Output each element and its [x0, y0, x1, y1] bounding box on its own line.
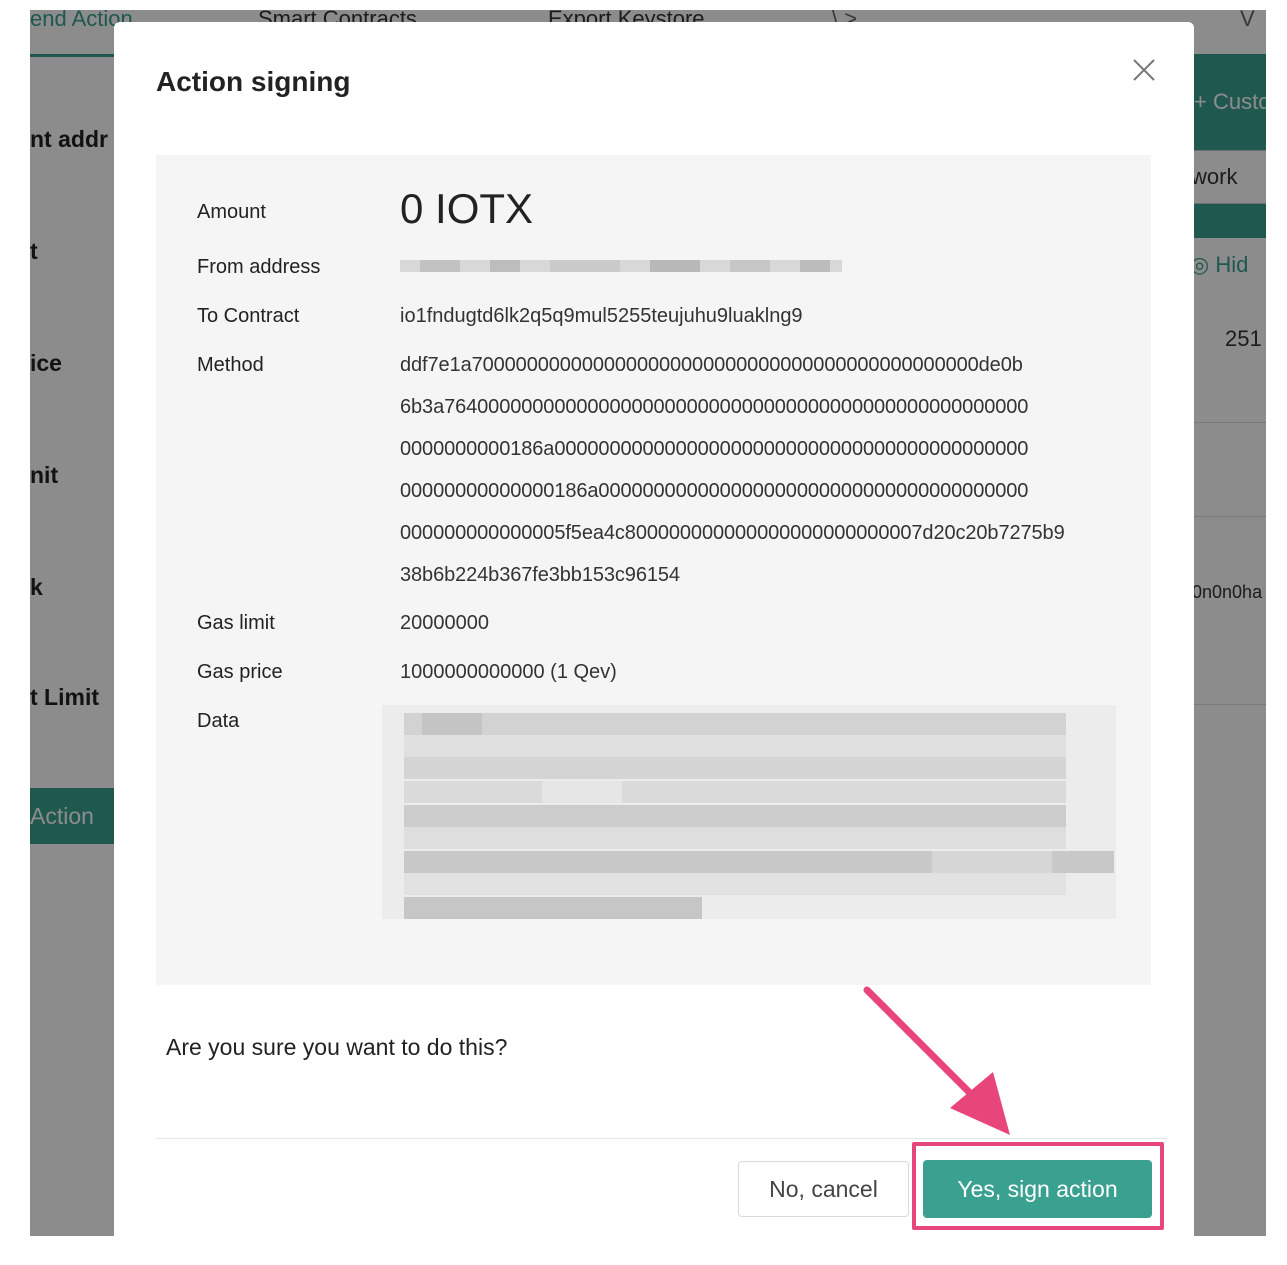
- method-line: 00000000000000186a0000000000000000000000…: [400, 480, 1029, 502]
- confirmation-question: Are you sure you want to do this?: [166, 1034, 508, 1060]
- gas-limit-label: Gas limit: [197, 612, 275, 634]
- method-line: 000000000000005f5ea4c8000000000000000000…: [400, 522, 1065, 544]
- gas-price-value: 1000000000000 (1 Qev): [400, 661, 617, 683]
- action-details-panel: Amount 0 IOTX From address To Contract i…: [156, 155, 1151, 985]
- data-redacted: [382, 705, 1116, 937]
- from-address-label: From address: [197, 256, 321, 278]
- gas-limit-value: 20000000: [400, 612, 489, 634]
- amount-label: Amount: [197, 201, 266, 223]
- modal-title: Action signing: [156, 66, 351, 97]
- data-label: Data: [197, 710, 240, 732]
- method-line: 38b6b224b367fe3bb153c96154: [400, 564, 680, 586]
- screen: end Action Smart Contracts Export Keysto…: [0, 0, 1287, 1265]
- method-line: 0000000000186a00000000000000000000000000…: [400, 438, 1029, 460]
- method-line: 6b3a764000000000000000000000000000000000…: [400, 396, 1029, 418]
- to-contract-value: io1fndugtd6lk2q5q9mul5255teujuhu9luaklng…: [400, 305, 803, 327]
- from-address-redacted: [400, 260, 842, 272]
- close-button[interactable]: [1126, 52, 1162, 88]
- highlight-box: [912, 1142, 1164, 1230]
- to-contract-label: To Contract: [197, 305, 300, 327]
- close-icon: [1133, 59, 1155, 81]
- gas-price-label: Gas price: [197, 661, 283, 683]
- method-label: Method: [197, 354, 264, 376]
- pointer-arrow-icon: [863, 986, 1010, 1135]
- method-line: ddf7e1a700000000000000000000000000000000…: [400, 354, 1023, 376]
- amount-value: 0 IOTX: [400, 185, 534, 232]
- cancel-button[interactable]: No, cancel: [738, 1161, 909, 1217]
